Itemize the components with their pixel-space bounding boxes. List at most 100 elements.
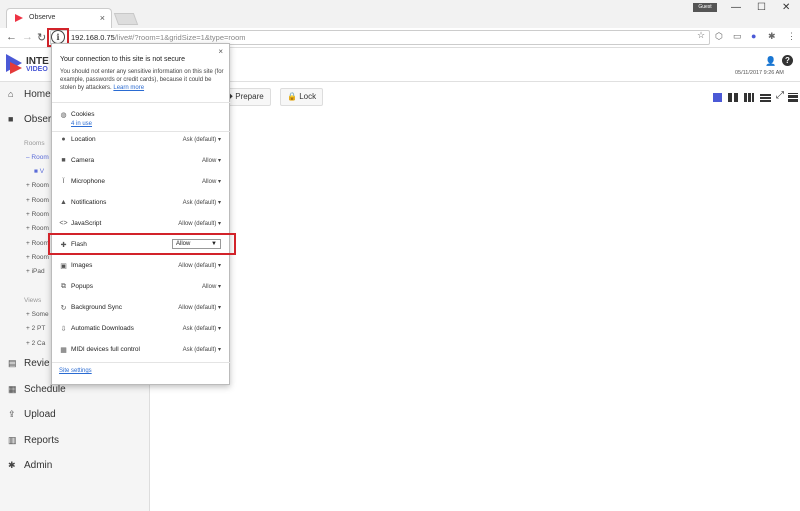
bell-icon: ▲ — [60, 199, 67, 206]
flash-row-highlight-box — [48, 233, 236, 255]
cookie-icon: ◍ — [60, 112, 67, 119]
permission-select[interactable]: Ask (default) — [183, 199, 221, 206]
permission-select[interactable]: Allow — [202, 178, 221, 185]
popup-icon: ⧉ — [61, 283, 66, 290]
help-icon[interactable]: ? — [782, 55, 793, 66]
upload-icon: ⇪ — [8, 409, 16, 419]
views-section-label: Views — [24, 297, 42, 304]
learn-more-link[interactable]: Learn more — [113, 85, 144, 91]
permission-select[interactable]: Allow — [202, 283, 221, 290]
permission-select[interactable]: Allow — [202, 157, 221, 164]
grid-3-icon[interactable] — [744, 93, 754, 102]
lock-button[interactable]: 🔒 Lock — [280, 88, 324, 106]
list-view-icon[interactable] — [788, 93, 798, 102]
room-item[interactable]: + Room — [26, 197, 49, 204]
divider — [52, 102, 231, 103]
grid-2-icon[interactable] — [728, 93, 738, 102]
room-item[interactable]: + iPad — [26, 268, 45, 275]
divider — [52, 362, 231, 363]
logo-subtext: VIDEO — [26, 66, 48, 73]
permission-row-popups[interactable]: ⧉ Popups Allow — [52, 281, 231, 295]
logo-accent-icon — [10, 62, 22, 74]
sidebar-item-home[interactable]: ⌂ Home — [8, 89, 51, 100]
maximize-button[interactable]: ☐ — [757, 2, 766, 13]
permission-row-javascript[interactable]: <> JavaScript Allow (default) — [52, 218, 231, 232]
location-pin-icon: ● — [61, 136, 66, 143]
back-arrow-icon[interactable]: ← — [6, 31, 17, 43]
sidebar-item-observe[interactable]: ■ Obser — [8, 114, 51, 125]
timestamp: 05/11/2017 9:26 AM — [735, 70, 784, 76]
midi-icon: ▦ — [60, 347, 67, 354]
permission-row-automatic-downloads[interactable]: ⇩ Automatic Downloads Ask (default) — [52, 323, 231, 337]
close-window-button[interactable]: ✕ — [782, 2, 790, 13]
room-item[interactable]: – Room — [26, 154, 49, 161]
fullscreen-icon[interactable]: ⤢ — [776, 90, 784, 101]
minimize-button[interactable]: — — [731, 2, 741, 13]
gear-icon: ✱ — [8, 460, 16, 470]
permission-row-midi[interactable]: ▦ MIDI devices full control Ask (default) — [52, 344, 231, 358]
extension-icon[interactable]: ⬡ — [715, 31, 723, 42]
grid-1-icon[interactable] — [713, 93, 722, 102]
sync-icon: ↻ — [60, 305, 67, 312]
room-item[interactable]: + Room — [26, 225, 49, 232]
bar-chart-icon: ▥ — [8, 435, 17, 445]
home-icon: ⌂ — [8, 89, 14, 99]
room-item[interactable]: + Room — [26, 182, 49, 189]
settings-gear-icon[interactable]: ✱ — [768, 31, 776, 42]
permission-select[interactable]: Allow (default) — [178, 262, 221, 269]
permission-row-camera[interactable]: ■ Camera Allow — [52, 155, 231, 169]
site-settings-link[interactable]: Site settings — [59, 368, 92, 374]
room-item[interactable]: + Room — [26, 211, 49, 218]
site-info-popup: × Your connection to this site is not se… — [51, 43, 231, 385]
url-path: /live#/?room=1&gridSize=1&type=room — [114, 33, 246, 42]
observe-favicon-icon — [15, 14, 23, 22]
divider — [52, 131, 231, 132]
room-item[interactable]: + Room — [26, 254, 49, 261]
permission-select[interactable]: Allow (default) — [178, 220, 221, 227]
permission-select[interactable]: Ask (default) — [183, 346, 221, 353]
view-item[interactable]: + Some — [26, 311, 49, 318]
room-camera-item[interactable]: ■ V — [34, 168, 44, 175]
sidebar-item-reports[interactable]: ▥ Reports — [8, 435, 59, 446]
lock-icon: 🔒 — [287, 92, 297, 101]
tab-title: Observe — [29, 14, 56, 21]
extension-shield-icon[interactable]: ● — [751, 31, 756, 41]
view-item[interactable]: + 2 Ca — [26, 340, 45, 347]
grid-4-icon[interactable] — [760, 93, 771, 102]
profile-badge[interactable]: Guest — [693, 3, 717, 12]
video-camera-icon: ■ — [8, 114, 14, 124]
sidebar-item-schedule[interactable]: ▦ Schedule — [8, 384, 66, 395]
browser-menu-icon[interactable]: ⋮ — [787, 31, 796, 42]
tab-close-icon[interactable]: × — [100, 13, 105, 23]
cookies-in-use-link[interactable]: 4 in use — [71, 121, 92, 127]
permission-select[interactable]: Allow (default) — [178, 304, 221, 311]
permission-select[interactable]: Ask (default) — [183, 325, 221, 332]
room-item[interactable]: + Room — [26, 240, 49, 247]
permission-row-images[interactable]: ▣ Images Allow (default) — [52, 260, 231, 274]
permission-select[interactable]: Ask (default) — [183, 136, 221, 143]
microphone-icon: ǐ — [62, 178, 65, 185]
permission-row-location[interactable]: ● Location Ask (default) — [52, 134, 231, 148]
forward-arrow-icon[interactable]: → — [22, 31, 33, 43]
sidebar-item-upload[interactable]: ⇪ Upload — [8, 409, 56, 420]
sidebar-item-admin[interactable]: ✱ Admin — [8, 460, 52, 471]
view-item[interactable]: + 2 PT — [26, 325, 45, 332]
browser-tab[interactable]: Observe × — [6, 8, 112, 28]
rooms-section-label: Rooms — [24, 140, 45, 147]
permission-row-background-sync[interactable]: ↻ Background Sync Allow (default) — [52, 302, 231, 316]
popup-close-icon[interactable]: × — [218, 47, 223, 56]
cast-icon[interactable]: ▭ — [733, 31, 742, 42]
popup-title: Your connection to this site is not secu… — [60, 56, 186, 63]
url-host: 192.168.0.75 — [71, 33, 115, 42]
permission-row-notifications[interactable]: ▲ Notifications Ask (default) — [52, 197, 231, 211]
code-icon: <> — [59, 220, 68, 227]
reload-icon[interactable]: ↻ — [37, 31, 46, 44]
camera-icon: ■ — [61, 157, 66, 164]
new-tab-button[interactable] — [113, 13, 139, 25]
permission-row-microphone[interactable]: ǐ Microphone Allow — [52, 176, 231, 190]
review-icon: ▤ — [8, 358, 17, 368]
sidebar-item-review[interactable]: ▤ Revie — [8, 358, 50, 369]
bookmark-star-icon[interactable]: ☆ — [697, 30, 705, 41]
user-icon[interactable]: 👤 — [765, 56, 776, 67]
calendar-icon: ▦ — [8, 384, 17, 394]
